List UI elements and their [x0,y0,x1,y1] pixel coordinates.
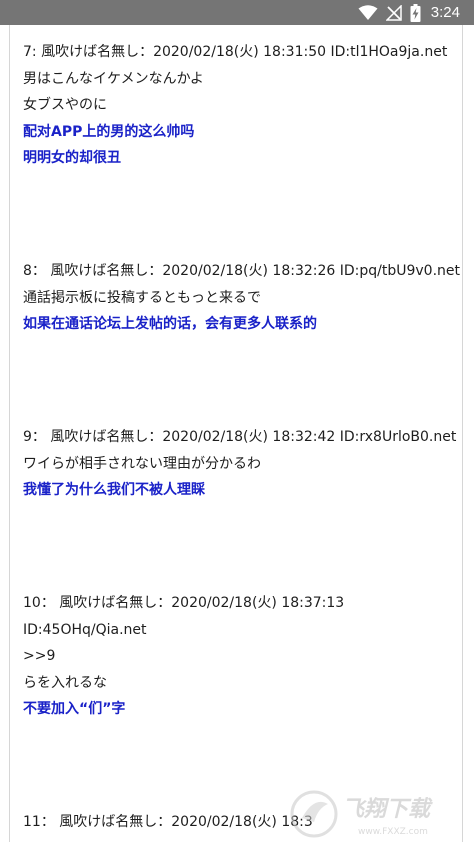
battery-charging-icon [410,3,421,22]
post-body-line: らを入れるな [23,674,107,691]
post-body-line: 通話掲示板に投稿するともっと来るで [23,289,261,306]
post-7: 7: 風吹けば名無し：2020/02/18(火) 18:31:50 ID:tl1… [23,39,453,172]
status-bar: 3:24 [0,0,474,25]
post-header: 10： 風吹けば名無し：2020/02/18(火) 18:37:13 [23,595,345,611]
watermark-text: 飞翔下载 [342,797,433,822]
post-header: 7: 風吹けば名無し：2020/02/18(火) 18:31:50 ID:tl1… [23,44,448,60]
post-9: 9： 風吹けば名無し：2020/02/18(火) 18:32:42 ID:rx8… [23,424,457,504]
post-body-line: ワイらが相手されない理由が分かるわ [23,455,261,472]
watermark: 飞翔下载 www.FXXZ.com [288,782,458,842]
signal-off-icon [385,4,402,21]
status-icons: 3:24 [358,0,460,25]
post-body-line: >>9 [23,648,56,664]
thread-content[interactable]: 7: 風吹けば名無し：2020/02/18(火) 18:31:50 ID:tl1… [9,25,463,842]
translation-line: 不要加入“们”字 [23,701,126,717]
status-time: 3:24 [430,4,460,21]
post-header: 8： 風吹けば名無し：2020/02/18(火) 18:32:26 ID:pq/… [23,263,461,279]
watermark-logo-icon [290,790,338,838]
translation-line: 如果在通话论坛上发帖的话，会有更多人联系的 [23,316,317,332]
translation-line: 我懂了为什么我们不被人理睬 [23,482,205,498]
translation-line: 明明女的却很丑 [23,150,121,166]
translation-line: 配对APP上的男的这么帅吗 [23,123,195,140]
post-body-line: 男はこんなイケメンなんかよ [23,70,204,87]
post-8: 8： 風吹けば名無し：2020/02/18(火) 18:32:26 ID:pq/… [23,258,461,338]
post-10: 10： 風吹けば名無し：2020/02/18(火) 18:37:13 ID:45… [23,590,453,723]
post-header: ID:45OHq/Qia.net [23,621,147,638]
watermark-url: www.FXXZ.com [358,827,428,837]
wifi-icon [358,4,378,21]
post-header: 9： 風吹けば名無し：2020/02/18(火) 18:32:42 ID:rx8… [23,429,457,445]
post-body-line: 女ブスやのに [23,97,107,113]
